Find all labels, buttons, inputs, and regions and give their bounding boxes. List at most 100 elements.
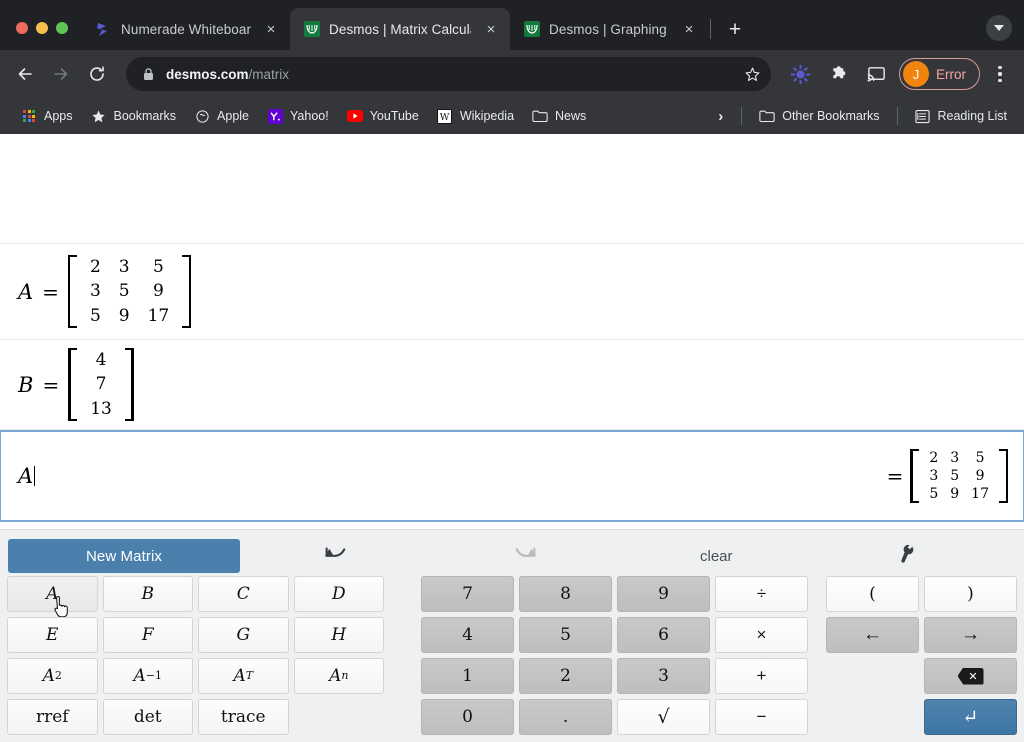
close-icon[interactable]: × (260, 18, 282, 40)
lock-icon (142, 67, 156, 81)
bookmark-apple[interactable]: Apple (185, 104, 258, 128)
key-label: A (43, 666, 55, 686)
close-window-button[interactable] (16, 22, 28, 34)
bookmark-youtube[interactable]: YouTube (338, 104, 428, 128)
sunburst-extension-icon[interactable] (785, 59, 815, 89)
expression-row-a[interactable]: A = 2 3 5 3 5 (0, 244, 1024, 340)
result-matrix: 2 3 5 3 5 9 5 9 (910, 449, 1008, 504)
key-matrix-g[interactable]: G (198, 617, 289, 653)
key-matrix-c[interactable]: C (198, 576, 289, 612)
key-matrix-b[interactable]: B (103, 576, 194, 612)
key-matrix-d[interactable]: D (294, 576, 385, 612)
forward-arrow-icon[interactable] (44, 57, 78, 91)
key-matrix-f[interactable]: F (103, 617, 194, 653)
key-2[interactable]: 2 (519, 658, 612, 694)
key-right-paren[interactable]: ) (924, 576, 1017, 612)
matrix-cell: 5 (139, 255, 179, 279)
key-left-paren[interactable]: ( (826, 576, 919, 612)
bookmark-other-bookmarks[interactable]: Other Bookmarks (750, 104, 888, 128)
bookmark-bookmarks[interactable]: Bookmarks (82, 104, 186, 128)
key-arrow-right[interactable]: → (924, 617, 1017, 653)
window-traffic-lights (0, 22, 82, 50)
key-9[interactable]: 9 (617, 576, 710, 612)
puzzle-extension-icon[interactable] (823, 59, 853, 89)
key-matrix-e[interactable]: E (7, 617, 98, 653)
key-matrix-inverse[interactable]: A−1 (103, 658, 194, 694)
key-5[interactable]: 5 (519, 617, 612, 653)
key-minus[interactable]: − (715, 699, 808, 735)
key-label: 5 (560, 625, 571, 645)
star-icon[interactable] (737, 59, 767, 89)
key-decimal-point[interactable]: . (519, 699, 612, 735)
cast-icon[interactable] (861, 59, 891, 89)
clear-button[interactable]: clear (686, 539, 746, 573)
zoom-window-button[interactable] (56, 22, 68, 34)
expression-row-empty[interactable] (0, 134, 1024, 244)
key-rref[interactable]: rref (7, 699, 98, 735)
desmos-icon (523, 21, 540, 38)
expression-input[interactable]: A (18, 464, 35, 488)
matrix-key-group: A B C D E F G H A2 A−1 (7, 576, 384, 735)
key-label: ← (863, 624, 882, 646)
svg-text:W: W (440, 111, 450, 122)
bookmark-wikipedia[interactable]: W Wikipedia (428, 104, 523, 128)
close-icon[interactable]: × (480, 18, 502, 40)
key-6[interactable]: 6 (617, 617, 710, 653)
key-multiply[interactable]: × (715, 617, 808, 653)
key-8[interactable]: 8 (519, 576, 612, 612)
profile-status-button[interactable]: J Error (899, 58, 980, 90)
key-7[interactable]: 7 (421, 576, 514, 612)
key-matrix-power-n[interactable]: An (294, 658, 385, 694)
bookmark-yahoo[interactable]: Yahoo! (258, 104, 338, 128)
bookmark-apps[interactable]: Apps (12, 104, 82, 128)
key-label: E (46, 625, 58, 645)
key-3[interactable]: 3 (617, 658, 710, 694)
redo-button[interactable] (496, 539, 556, 573)
reload-icon[interactable] (80, 57, 114, 91)
browser-menu-icon[interactable] (986, 60, 1014, 88)
key-square-root[interactable]: √ (617, 699, 710, 735)
tab-numerade-whiteboard[interactable]: Numerade Whiteboard × (82, 8, 290, 50)
key-arrow-left[interactable]: ← (826, 617, 919, 653)
new-tab-button[interactable]: + (721, 15, 749, 43)
bookmarks-overflow-chevron-icon[interactable]: › (708, 106, 733, 127)
avatar: J (903, 61, 929, 87)
new-matrix-button[interactable]: New Matrix (8, 539, 240, 573)
key-matrix-a[interactable]: A (7, 576, 98, 612)
key-matrix-h[interactable]: H (294, 617, 385, 653)
key-label: B (142, 584, 155, 604)
expression-row-active[interactable]: A = 2 3 5 3 (0, 430, 1024, 522)
bookmark-news[interactable]: News (523, 104, 595, 128)
minimize-window-button[interactable] (36, 22, 48, 34)
expression-row-b[interactable]: B = 4 7 13 (0, 340, 1024, 430)
yahoo-icon (267, 108, 283, 124)
undo-button[interactable] (305, 539, 365, 573)
key-det[interactable]: det (103, 699, 194, 735)
key-4[interactable]: 4 (421, 617, 514, 653)
tab-search-chevron-down-icon[interactable] (986, 15, 1012, 41)
bookmark-label: Bookmarks (114, 109, 177, 123)
key-label: 4 (462, 625, 473, 645)
key-label: F (142, 625, 154, 645)
key-enter[interactable]: ↵ (924, 699, 1017, 735)
tab-desmos-graphing-calculator[interactable]: Desmos | Graphing Calculato × (510, 8, 708, 50)
key-plus[interactable]: + (715, 658, 808, 694)
key-backspace[interactable]: ✕ (924, 658, 1017, 694)
matrix-cell: 3 (110, 255, 139, 279)
bookmark-label: Apple (217, 109, 249, 123)
key-trace[interactable]: trace (198, 699, 289, 735)
matrix-cell: 7 (81, 372, 121, 396)
settings-button[interactable] (877, 539, 937, 573)
key-0[interactable]: 0 (421, 699, 514, 735)
key-matrix-squared[interactable]: A2 (7, 658, 98, 694)
tab-desmos-matrix-calculator[interactable]: Desmos | Matrix Calculator × (290, 8, 510, 50)
back-arrow-icon[interactable] (8, 57, 42, 91)
key-1[interactable]: 1 (421, 658, 514, 694)
reading-list-button[interactable]: Reading List (906, 104, 1017, 128)
address-bar[interactable]: desmos.com/matrix (126, 57, 771, 91)
close-icon[interactable]: × (678, 18, 700, 40)
key-matrix-transpose[interactable]: AT (198, 658, 289, 694)
key-label: → (961, 624, 980, 646)
key-label: A (329, 666, 341, 686)
key-divide[interactable]: ÷ (715, 576, 808, 612)
